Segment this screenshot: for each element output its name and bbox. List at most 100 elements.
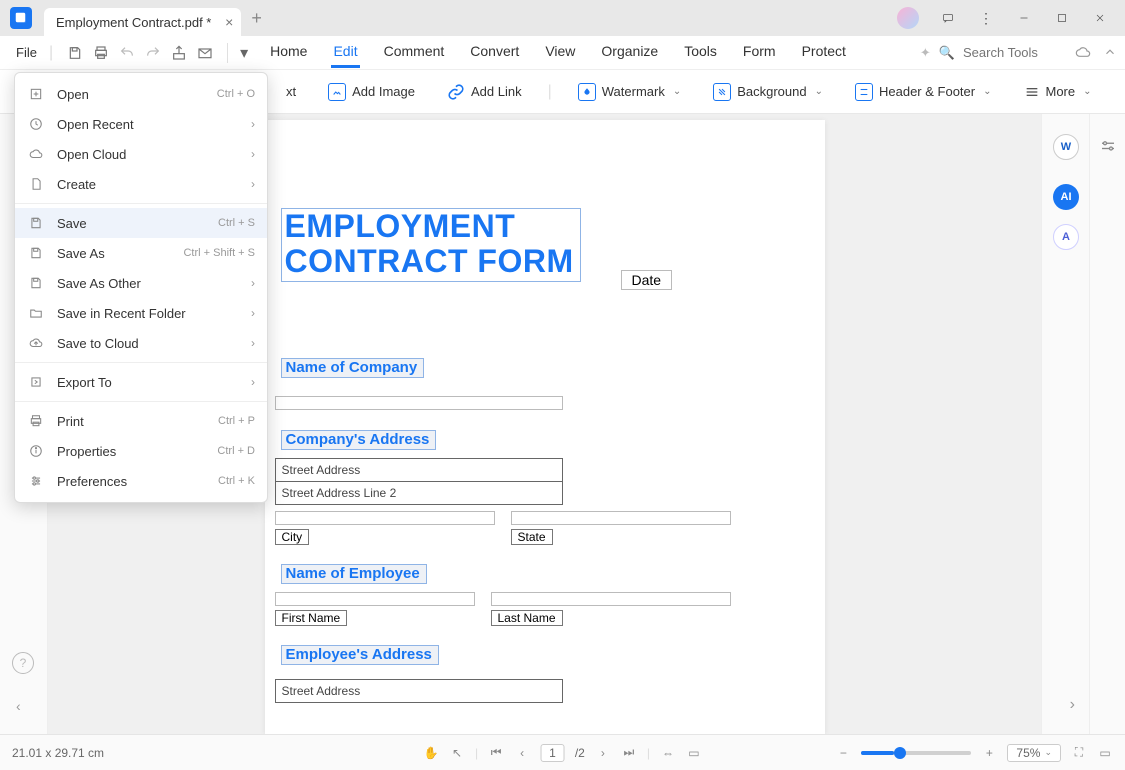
text-tool-partial[interactable]: xt [280,80,302,103]
first-name-label: First Name [275,610,348,626]
window-close-button[interactable] [1083,4,1117,32]
new-tab-button[interactable]: + [251,8,262,29]
add-link-button[interactable]: Add Link [441,79,528,105]
save-icon[interactable] [65,43,85,63]
zoom-slider[interactable] [861,751,971,755]
file-menu-save-in-recent-folder[interactable]: Save in Recent Folder› [15,298,267,328]
print-icon[interactable] [91,43,111,63]
comments-icon[interactable] [931,4,965,32]
panel-collapse-left-icon[interactable]: ‹ [16,698,21,714]
file-menu-print[interactable]: PrintCtrl + P [15,406,267,436]
folder-icon [27,304,45,322]
street-address-row[interactable]: Street Address [276,459,562,482]
undo-icon[interactable] [117,43,137,63]
file-menu-save-as-other[interactable]: Save As Other› [15,268,267,298]
chevron-right-icon: › [251,147,255,161]
select-tool-icon[interactable]: ↖ [449,745,465,761]
file-menu-preferences[interactable]: PreferencesCtrl + K [15,466,267,496]
window-minimize-button[interactable] [1007,4,1041,32]
page-number-input[interactable]: 1 [540,744,565,762]
city-field[interactable] [275,511,495,525]
tab-tools[interactable]: Tools [682,37,719,68]
ai-assistant-icon[interactable]: AI [1053,184,1079,210]
page-dimensions: 21.01 x 29.71 cm [12,746,104,760]
tab-comment[interactable]: Comment [382,37,447,68]
document-tab[interactable]: Employment Contract.pdf * × [44,8,241,36]
prev-page-icon[interactable]: ‹ [514,745,530,761]
file-menu-save[interactable]: SaveCtrl + S [15,208,267,238]
section-employee-address[interactable]: Employee's Address [281,645,439,665]
panel-collapse-right-icon[interactable]: › [1070,696,1075,714]
file-menu-open-recent[interactable]: Open Recent› [15,109,267,139]
accessibility-icon[interactable]: A [1053,224,1079,250]
search-tools-input[interactable] [963,45,1053,60]
document-title-block[interactable]: EMPLOYMENTCONTRACT FORM [281,208,581,282]
street-address-2-row[interactable]: Street Address Line 2 [276,482,562,504]
magic-icon[interactable]: ✦ [920,45,931,61]
file-menu-create[interactable]: Create› [15,169,267,199]
menubar: File | ▾ HomeEditCommentConvertViewOrgan… [0,36,1125,70]
employee-address-block[interactable]: Street Address [275,679,563,703]
watermark-button[interactable]: Watermark⌄ [572,79,687,105]
last-name-field[interactable] [491,592,731,606]
save-icon [27,274,45,292]
more-options-icon[interactable]: ⋮ [969,4,1003,32]
share-icon[interactable] [169,43,189,63]
app-icon [10,7,32,29]
email-icon[interactable] [195,43,215,63]
file-menu-save-as[interactable]: Save AsCtrl + Shift + S [15,238,267,268]
company-name-field[interactable] [275,396,563,410]
file-menu-export-to[interactable]: Export To› [15,367,267,397]
fit-page-icon[interactable]: ▭ [686,745,702,761]
file-menu-properties[interactable]: PropertiesCtrl + D [15,436,267,466]
state-field[interactable] [511,511,731,525]
adjust-panel-icon[interactable] [1099,138,1117,156]
file-menu-open-cloud[interactable]: Open Cloud› [15,139,267,169]
first-page-icon[interactable]: ⏮ [488,745,504,761]
tab-organize[interactable]: Organize [599,37,660,68]
tab-form[interactable]: Form [741,37,778,68]
state-label: State [511,529,553,545]
company-address-block[interactable]: Street Address Street Address Line 2 [275,458,563,505]
file-menu-button[interactable]: File [8,41,45,64]
next-page-icon[interactable]: › [595,745,611,761]
word-export-icon[interactable]: W [1053,134,1079,160]
file-menu-save-to-cloud[interactable]: Save to Cloud› [15,328,267,358]
reading-mode-icon[interactable]: ▭ [1097,745,1113,761]
chevron-right-icon: › [251,276,255,290]
zoom-in-icon[interactable]: + [981,745,997,761]
date-field-label[interactable]: Date [621,270,673,290]
user-avatar[interactable] [897,7,919,29]
tab-protect[interactable]: Protect [800,37,848,68]
clock-icon [27,115,45,133]
cloud-sync-icon[interactable] [1075,45,1091,61]
tab-home[interactable]: Home [268,37,309,68]
header-footer-button[interactable]: Header & Footer⌄ [849,79,998,105]
qat-dropdown-icon[interactable]: ▾ [234,43,254,63]
redo-icon[interactable] [143,43,163,63]
emp-street-address-row[interactable]: Street Address [276,680,562,702]
last-page-icon[interactable]: ⏭ [621,745,637,761]
right-sidebar [1089,114,1125,734]
window-maximize-button[interactable] [1045,4,1079,32]
background-button[interactable]: Background⌄ [707,79,829,105]
hand-tool-icon[interactable]: ✋ [423,745,439,761]
add-image-button[interactable]: Add Image [322,79,421,105]
collapse-ribbon-icon[interactable] [1103,45,1117,61]
fit-width-icon[interactable]: ⇔ [660,745,676,761]
first-name-field[interactable] [275,592,475,606]
tab-edit[interactable]: Edit [331,37,359,68]
close-tab-icon[interactable]: × [225,14,233,30]
section-name-of-company[interactable]: Name of Company [281,358,425,378]
tab-view[interactable]: View [543,37,577,68]
more-button[interactable]: More⌄ [1018,80,1098,104]
tab-convert[interactable]: Convert [468,37,521,68]
file-menu-open[interactable]: OpenCtrl + O [15,79,267,109]
section-company-address[interactable]: Company's Address [281,430,437,450]
export-icon [27,373,45,391]
zoom-level-select[interactable]: 75%⌄ [1007,744,1061,762]
fullscreen-icon[interactable]: ⛶ [1071,745,1087,761]
section-name-of-employee[interactable]: Name of Employee [281,564,427,584]
help-icon[interactable]: ? [12,652,34,674]
zoom-out-icon[interactable]: − [835,745,851,761]
